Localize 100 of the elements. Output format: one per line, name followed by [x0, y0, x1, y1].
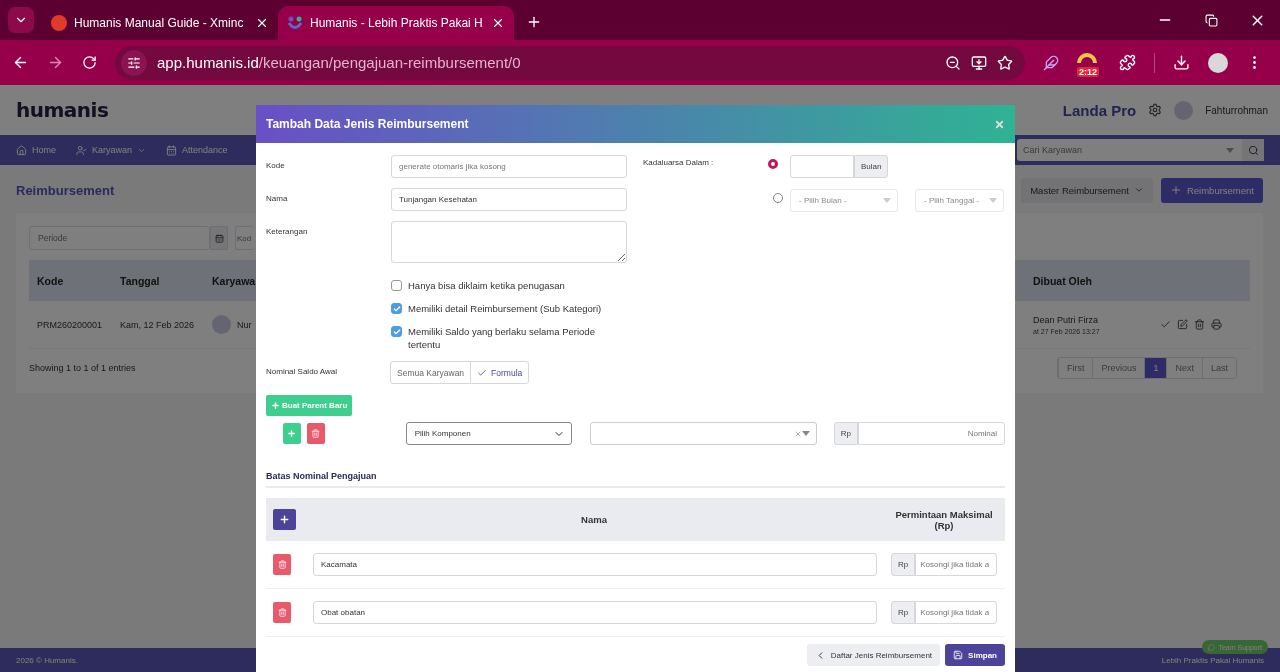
- field-label: Keterangan: [266, 226, 309, 236]
- amount-field[interactable]: Kosongi jika tidak a: [915, 601, 997, 624]
- component-dropdown[interactable]: Pilih Komponen: [405, 422, 572, 445]
- entries-info: Showing 1 to 1 of 1 entries: [29, 363, 136, 373]
- download-icon[interactable]: [1173, 54, 1190, 71]
- employee-name: Nur: [237, 319, 252, 330]
- amount-field[interactable]: Nominal: [858, 422, 1005, 445]
- print-icon[interactable]: [1211, 319, 1222, 330]
- install-icon[interactable]: [971, 54, 987, 71]
- field-label: Kode: [266, 160, 286, 170]
- column-header: Dibuat Oleh: [1033, 274, 1092, 287]
- description-field[interactable]: [391, 221, 627, 263]
- column-header: Tanggal: [120, 274, 160, 287]
- nav-item[interactable]: Home: [32, 145, 56, 155]
- reload-icon[interactable]: [82, 55, 97, 70]
- new-parent-button[interactable]: Buat Parent Baru: [266, 395, 353, 416]
- favicon-icon: [287, 15, 303, 31]
- close-icon[interactable]: [491, 16, 505, 30]
- tab-menu-button[interactable]: [8, 7, 34, 33]
- settings-icon[interactable]: [1148, 103, 1163, 117]
- checkbox-label: Hanya bisa diklaim ketika penugasan: [408, 279, 566, 292]
- delete-button[interactable]: [306, 423, 325, 444]
- search-button[interactable]: [1242, 139, 1264, 161]
- calendar-button[interactable]: [210, 226, 228, 250]
- table-cell: PRM260200001: [37, 319, 103, 330]
- company-name: Landa Pro: [1062, 101, 1137, 119]
- modal-title: Tambah Data Jenis Reimbursement: [266, 117, 469, 131]
- chevron-icon: [1133, 185, 1144, 195]
- extensions-icon[interactable]: [1119, 54, 1136, 71]
- back-button[interactable]: Daftar Jenis Reimbursement: [806, 644, 941, 666]
- browser-tab[interactable]: Humanis - Lebih Praktis Pakai H: [278, 6, 514, 40]
- address-bar[interactable]: app.humanis.id/keuangan/pengajuan-reimbursement/0: [115, 45, 1025, 80]
- page-button[interactable]: Last: [1202, 358, 1236, 378]
- profile-avatar[interactable]: [1208, 52, 1228, 73]
- period-field[interactable]: Periode: [29, 226, 210, 250]
- checkbox[interactable]: [391, 326, 402, 337]
- feather-icon[interactable]: [1043, 54, 1059, 71]
- employee-search-field[interactable]: Cari Karyawan: [1017, 139, 1226, 161]
- star-icon[interactable]: [997, 54, 1013, 71]
- page-title: Reimbursement: [16, 182, 115, 198]
- currency-addon: Rp: [891, 601, 916, 624]
- home-icon: [16, 144, 27, 156]
- add-button[interactable]: [273, 509, 296, 530]
- sliders-icon: [127, 55, 141, 70]
- field-label: Nama: [266, 193, 289, 203]
- page-button[interactable]: 1: [1144, 358, 1167, 378]
- close-icon[interactable]: [255, 16, 269, 30]
- new-tab-icon[interactable]: [526, 14, 542, 30]
- add-button[interactable]: Reimbursement: [1160, 177, 1263, 203]
- tab-title: Humanis - Lebih Praktis Pakai H: [310, 16, 484, 30]
- currency-addon: Rp: [833, 422, 858, 445]
- column-header: Karyawa: [212, 274, 256, 287]
- tagline: Lebih Praktis Pakai Humanis: [1161, 655, 1264, 665]
- caret-icon: [1226, 147, 1234, 153]
- user-name[interactable]: Fahturrohman: [1205, 104, 1268, 116]
- save-icon: [953, 650, 964, 660]
- calendar-icon: [166, 144, 178, 156]
- column-header: Nama: [581, 514, 607, 525]
- calendar-icon: [214, 233, 224, 243]
- delete-button[interactable]: [273, 554, 291, 575]
- toggle-option[interactable]: Semua Karyawan: [390, 361, 472, 384]
- text-field[interactable]: Obat obatan: [313, 601, 877, 624]
- save-button[interactable]: Simpan: [945, 644, 1005, 666]
- master-menu-button[interactable]: Master Reimbursement: [1021, 177, 1153, 203]
- text-field[interactable]: Tunjangan Kesehatan: [391, 188, 627, 211]
- edit-icon[interactable]: [1177, 319, 1188, 330]
- chat-icon: [1208, 643, 1216, 651]
- dropdown[interactable]: - Pilih Bulan -: [790, 189, 898, 212]
- toggle-option[interactable]: Formula: [470, 361, 530, 384]
- checkbox[interactable]: [391, 280, 402, 291]
- site-settings-icon[interactable]: [121, 49, 147, 76]
- nav-item[interactable]: Attendance: [182, 145, 228, 155]
- column-header: Kode: [37, 274, 64, 287]
- trash-icon: [277, 608, 287, 617]
- dropdown[interactable]: - Pilih Tanggal -: [915, 189, 1004, 212]
- checkbox[interactable]: [391, 303, 402, 314]
- approve-icon[interactable]: [1160, 319, 1171, 330]
- radio-button[interactable]: [773, 193, 783, 203]
- duration-field[interactable]: [790, 155, 854, 178]
- favicon-icon: [51, 15, 67, 31]
- text-field[interactable]: Kacamata: [313, 553, 877, 576]
- url-host: app.humanis.id: [157, 54, 259, 71]
- caret-icon: [989, 198, 997, 203]
- zoom-icon[interactable]: [945, 54, 961, 71]
- plus-icon: [1169, 184, 1182, 196]
- back-icon[interactable]: [12, 54, 29, 71]
- check-icon: [392, 304, 401, 313]
- amount-field[interactable]: Kosongi jika tidak a: [915, 553, 997, 576]
- check-icon: [392, 327, 401, 336]
- text-field[interactable]: generate otomaris jika kosong: [391, 155, 627, 178]
- browser-tab[interactable]: Humanis Manual Guide - Xminc: [42, 6, 278, 40]
- employee-avatar: [212, 315, 231, 334]
- tab-title: Humanis Manual Guide - Xminc: [74, 16, 245, 30]
- creator-name: Dean Putri Firza: [1033, 314, 1100, 325]
- forward-icon[interactable]: [47, 54, 64, 71]
- restore-icon[interactable]: [1204, 13, 1218, 27]
- nav-item[interactable]: Karyawan: [92, 145, 133, 155]
- delete-button[interactable]: [273, 602, 291, 623]
- radio-button[interactable]: [768, 159, 778, 169]
- delete-icon[interactable]: [1194, 319, 1205, 330]
